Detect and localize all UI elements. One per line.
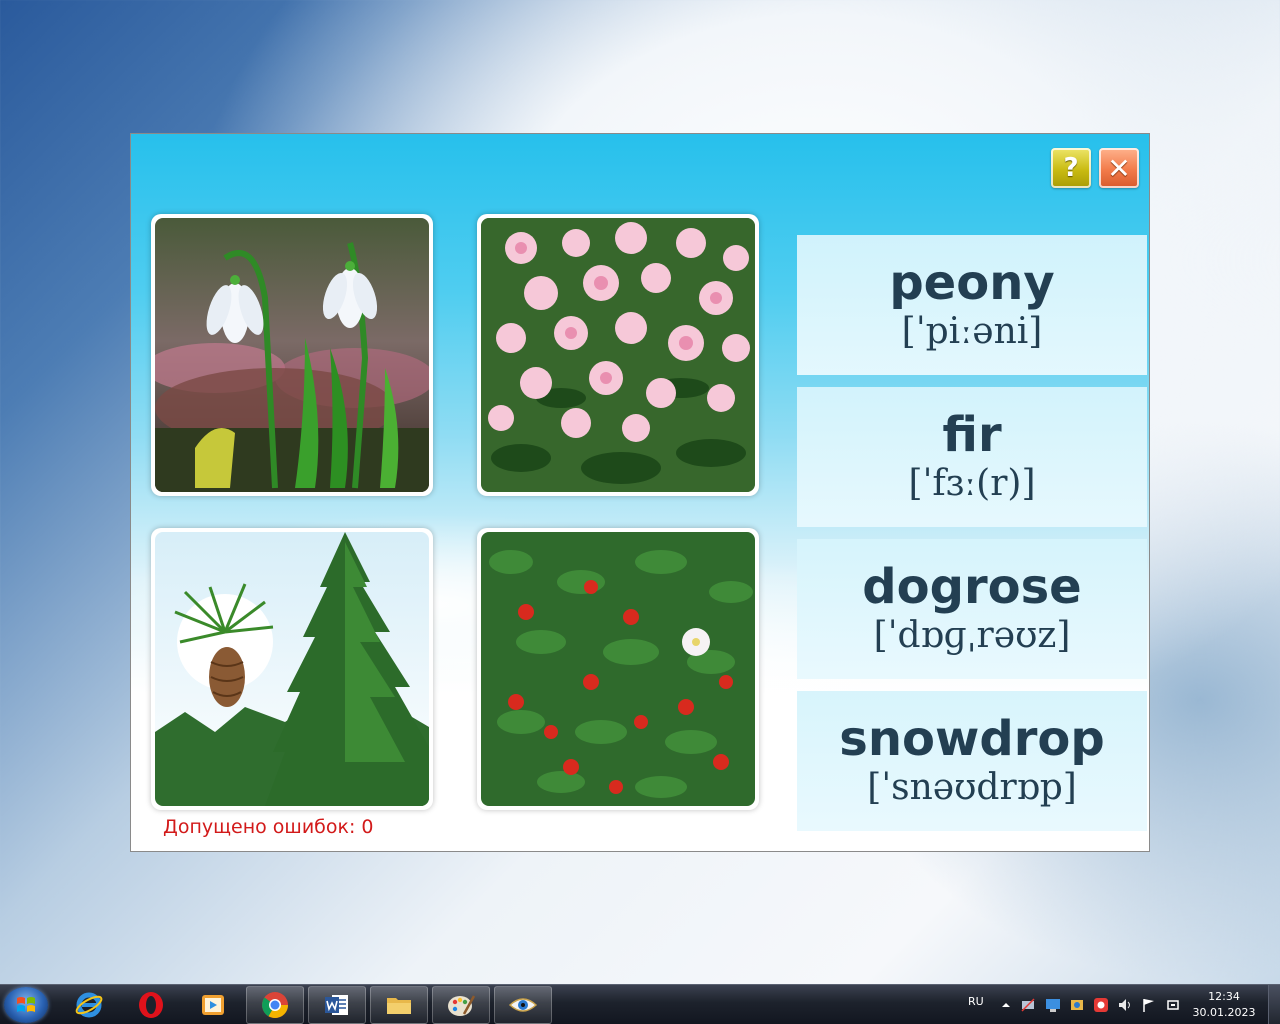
picture-tile-dogrose[interactable] (477, 528, 759, 810)
card-transcription: [ˈpiːəni] (901, 311, 1043, 352)
power-plug-icon[interactable] (1165, 997, 1181, 1013)
taskbar-eye-app[interactable] (494, 986, 552, 1024)
taskbar: RU 12:34 30.01.2023 (0, 984, 1280, 1024)
show-desktop-button[interactable] (1268, 985, 1280, 1024)
card-transcription: [ˈfɜː(r)] (908, 463, 1036, 504)
card-word: snowdrop (839, 711, 1105, 767)
volume-icon[interactable] (1117, 997, 1133, 1013)
taskbar-opera[interactable] (122, 986, 180, 1024)
app-window: ? ✕ peony [ˈpiːəni] fir [ˈfɜː(r)] dogros… (130, 133, 1150, 852)
word-card-fir[interactable]: fir [ˈfɜː(r)] (797, 387, 1147, 527)
taskbar-paint[interactable] (432, 986, 490, 1024)
picture-tile-fir[interactable] (151, 528, 433, 810)
card-transcription: [ˈdɒɡˌrəʊz] (873, 615, 1071, 656)
antivirus-icon[interactable] (1093, 997, 1109, 1013)
media-player-icon (202, 995, 224, 1015)
internet-explorer-icon (75, 992, 103, 1018)
clock-time: 12:34 (1208, 990, 1240, 1003)
card-word: fir (942, 407, 1002, 463)
taskbar-file-explorer[interactable] (370, 986, 428, 1024)
dogrose-image (481, 532, 755, 806)
picture-tile-peony[interactable] (477, 214, 759, 496)
folder-icon (387, 998, 411, 1014)
card-transcription: [ˈsnəʊdrɒp] (867, 767, 1077, 808)
help-button[interactable]: ? (1051, 148, 1091, 188)
security-icon[interactable] (1069, 997, 1085, 1013)
taskbar-word[interactable] (308, 986, 366, 1024)
error-counter: Допущено ошибок: 0 (163, 816, 374, 838)
taskbar-chrome[interactable] (246, 986, 304, 1024)
card-word: dogrose (862, 559, 1082, 615)
word-card-peony[interactable]: peony [ˈpiːəni] (797, 235, 1147, 375)
opera-icon (139, 992, 163, 1018)
chrome-icon (262, 992, 289, 1019)
language-indicator[interactable]: RU (968, 995, 984, 1008)
card-word: peony (889, 255, 1055, 311)
paint-palette-icon (448, 995, 476, 1016)
taskbar-media-player[interactable] (184, 986, 242, 1024)
taskbar-ie[interactable] (60, 986, 118, 1024)
word-card-dogrose[interactable]: dogrose [ˈdɒɡˌrəʊz] (797, 539, 1147, 679)
clock-date: 30.01.2023 (1192, 1006, 1256, 1019)
snowdrop-image (155, 218, 429, 492)
close-button[interactable]: ✕ (1099, 148, 1139, 188)
fir-image (155, 532, 429, 806)
network-icon[interactable] (1020, 997, 1036, 1013)
picture-tile-snowdrop[interactable] (151, 214, 433, 496)
word-icon (325, 995, 348, 1015)
peony-image (481, 218, 755, 492)
word-card-snowdrop[interactable]: snowdrop [ˈsnəʊdrɒp] (797, 691, 1147, 831)
display-icon[interactable] (1045, 997, 1061, 1013)
start-button[interactable] (4, 987, 48, 1023)
window-controls: ? ✕ (1051, 148, 1139, 188)
clock[interactable]: 12:34 30.01.2023 (1188, 989, 1260, 1021)
show-hidden-icons-icon[interactable] (998, 997, 1014, 1013)
windows-logo-icon (17, 997, 35, 1012)
action-center-flag-icon[interactable] (1141, 997, 1157, 1013)
eye-icon (508, 998, 538, 1012)
